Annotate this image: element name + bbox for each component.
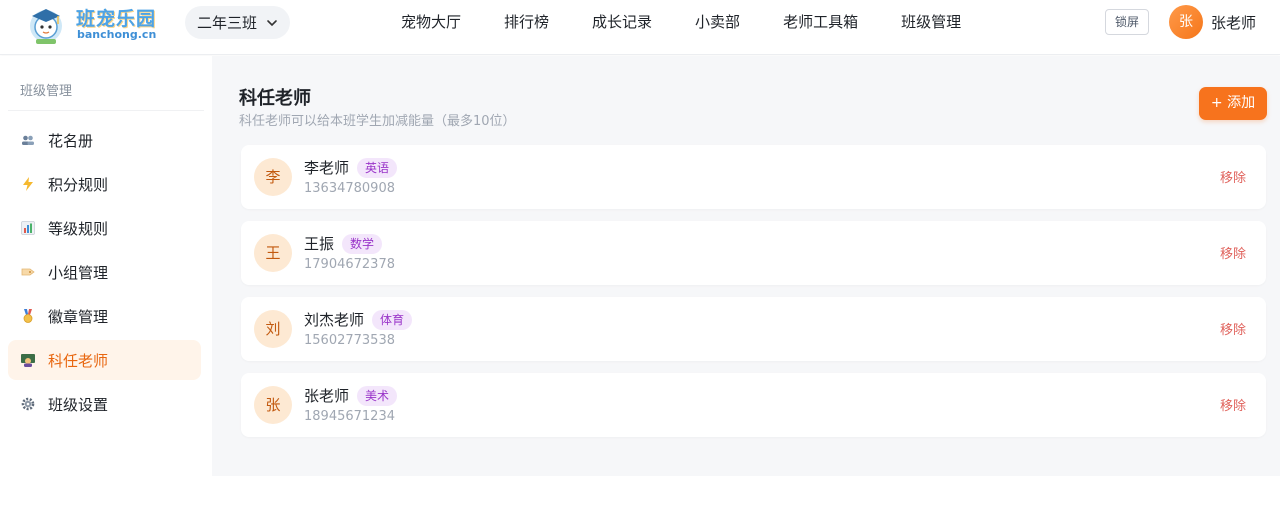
chevron-down-icon <box>267 19 277 26</box>
lock-screen-button[interactable]: 锁屏 <box>1105 9 1149 35</box>
teacher-avatar: 张 <box>254 386 292 424</box>
subject-tag: 英语 <box>357 158 398 178</box>
main-nav: 宠物大厅 排行榜 成长记录 小卖部 老师工具箱 班级管理 <box>401 0 961 44</box>
gear-icon <box>21 397 35 411</box>
bar-chart-icon <box>21 221 35 235</box>
teacher-name: 李老师 <box>304 159 350 177</box>
teacher-avatar: 李 <box>254 158 292 196</box>
teacher-name: 张老师 <box>304 387 350 405</box>
teacher-card: 张 张老师 美术 18945671234 移除 <box>241 373 1266 437</box>
class-selector-label: 二年三班 <box>197 14 258 32</box>
mascot-logo-icon <box>30 9 62 44</box>
remove-teacher-button[interactable]: 移除 <box>1220 167 1246 186</box>
nav-teacher-toolbox[interactable]: 老师工具箱 <box>783 0 858 44</box>
nav-pet-hall[interactable]: 宠物大厅 <box>401 0 461 44</box>
sidebar-item-label: 科任老师 <box>48 351 109 370</box>
teacher-name-row: 王振 数学 <box>304 233 383 254</box>
nav-shop[interactable]: 小卖部 <box>695 0 740 44</box>
sidebar-item-points-rules[interactable]: 积分规则 <box>8 164 201 204</box>
sidebar-item-label: 积分规则 <box>48 175 109 194</box>
sidebar-item-label: 徽章管理 <box>48 307 109 326</box>
teacher-phone: 15602773538 <box>304 333 395 348</box>
medal-icon <box>23 309 33 323</box>
sidebar-item-label: 花名册 <box>48 131 94 150</box>
teacher-icon <box>21 354 35 367</box>
remove-teacher-button[interactable]: 移除 <box>1220 243 1246 262</box>
teacher-list: 李 李老师 英语 13634780908 移除 王 王振 数学 1790467237… <box>241 145 1266 449</box>
sidebar-item-label: 班级设置 <box>48 395 109 414</box>
sidebar-item-roster[interactable]: 花名册 <box>8 120 201 160</box>
app-logo[interactable]: 班宠乐园 banchong.cn <box>22 2 172 46</box>
sidebar: 班级管理 花名册 积分规则 等级规则 小组管理 徽章管理 科任老师 班级设置 <box>0 56 212 476</box>
sidebar-item-group-management[interactable]: 小组管理 <box>8 252 201 292</box>
sidebar-item-badge-management[interactable]: 徽章管理 <box>8 296 201 336</box>
sidebar-item-subject-teachers[interactable]: 科任老师 <box>8 340 201 380</box>
sidebar-divider <box>8 110 204 111</box>
page-subtitle: 科任老师可以给本班学生加减能量（最多10位） <box>239 114 516 129</box>
nav-leaderboard[interactable]: 排行榜 <box>504 0 549 44</box>
teacher-name: 刘杰老师 <box>304 311 365 329</box>
remove-teacher-button[interactable]: 移除 <box>1220 319 1246 338</box>
subject-tag: 美术 <box>357 386 398 406</box>
main-content: 科任老师 科任老师可以给本班学生加减能量（最多10位） + 添加 李 李老师 英语… <box>212 56 1280 476</box>
teacher-avatar: 王 <box>254 234 292 272</box>
tag-icon <box>21 268 35 276</box>
teacher-card: 刘 刘杰老师 体育 15602773538 移除 <box>241 297 1266 361</box>
teacher-phone: 18945671234 <box>304 409 395 424</box>
sidebar-item-level-rules[interactable]: 等级规则 <box>8 208 201 248</box>
sidebar-item-class-settings[interactable]: 班级设置 <box>8 384 201 424</box>
add-teacher-button[interactable]: + 添加 <box>1199 87 1267 120</box>
subject-tag: 数学 <box>342 234 383 254</box>
teacher-card: 王 王振 数学 17904672378 移除 <box>241 221 1266 285</box>
user-name: 张老师 <box>1211 13 1257 32</box>
user-menu[interactable]: 张 张老师 <box>1169 5 1256 39</box>
page-title: 科任老师 <box>239 88 311 109</box>
teacher-name-row: 刘杰老师 体育 <box>304 309 413 330</box>
logo-domain: banchong.cn <box>77 28 157 41</box>
nav-class-management[interactable]: 班级管理 <box>901 0 961 44</box>
top-header: 班宠乐园 banchong.cn 二年三班 宠物大厅 排行榜 成长记录 小卖部 … <box>0 0 1280 55</box>
sidebar-menu: 花名册 积分规则 等级规则 小组管理 徽章管理 科任老师 班级设置 <box>8 120 201 428</box>
teacher-avatar: 刘 <box>254 310 292 348</box>
user-avatar: 张 <box>1169 5 1203 39</box>
teacher-card: 李 李老师 英语 13634780908 移除 <box>241 145 1266 209</box>
teacher-phone: 17904672378 <box>304 257 395 272</box>
remove-teacher-button[interactable]: 移除 <box>1220 395 1246 414</box>
teacher-name-row: 李老师 英语 <box>304 157 398 178</box>
teacher-phone: 13634780908 <box>304 181 395 196</box>
sidebar-title: 班级管理 <box>20 84 73 99</box>
nav-growth-records[interactable]: 成长记录 <box>592 0 652 44</box>
sidebar-item-label: 等级规则 <box>48 219 109 238</box>
class-selector[interactable]: 二年三班 <box>185 6 290 39</box>
subject-tag: 体育 <box>372 310 413 330</box>
teacher-name-row: 张老师 美术 <box>304 385 398 406</box>
lightning-icon <box>23 177 33 191</box>
sidebar-item-label: 小组管理 <box>48 263 109 282</box>
teacher-name: 王振 <box>304 235 335 253</box>
people-icon <box>22 135 34 145</box>
logo-title: 班宠乐园 <box>76 8 157 30</box>
